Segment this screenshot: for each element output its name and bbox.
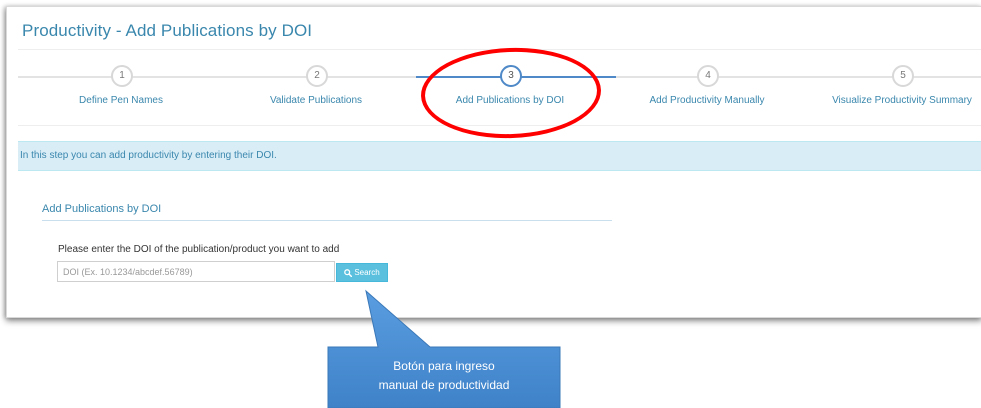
- info-text: In this step you can add productivity by…: [20, 150, 277, 161]
- step-label: Validate Publications: [269, 95, 363, 106]
- step-number-circle: 1: [111, 65, 133, 87]
- step-number-circle: 4: [697, 65, 719, 87]
- wizard-track-right: [616, 76, 981, 78]
- section-divider: [42, 220, 612, 221]
- search-button[interactable]: Search: [336, 263, 388, 282]
- section-title: Add Publications by DOI: [42, 203, 162, 215]
- app-window: Productivity - Add Publications by DOI 1…: [6, 6, 981, 318]
- callout-text: Botón para ingreso manual de productivid…: [335, 357, 553, 395]
- step-label: Visualize Productivity Summary: [832, 95, 972, 106]
- step-label: Define Pen Names: [79, 95, 163, 106]
- search-icon: [344, 268, 353, 277]
- callout-line-1: Botón para ingreso: [393, 359, 495, 373]
- search-button-label: Search: [354, 268, 380, 277]
- info-alert: In this step you can add productivity by…: [18, 141, 981, 171]
- step-number-circle: 2: [306, 65, 328, 87]
- step-label: Add Productivity Manually: [649, 95, 765, 106]
- step-number-circle: 5: [892, 65, 914, 87]
- doi-input[interactable]: [57, 261, 335, 282]
- callout-line-2: manual de productividad: [378, 378, 510, 392]
- wizard-track-left: [18, 76, 416, 78]
- doi-prompt: Please enter the DOI of the publication/…: [58, 244, 340, 255]
